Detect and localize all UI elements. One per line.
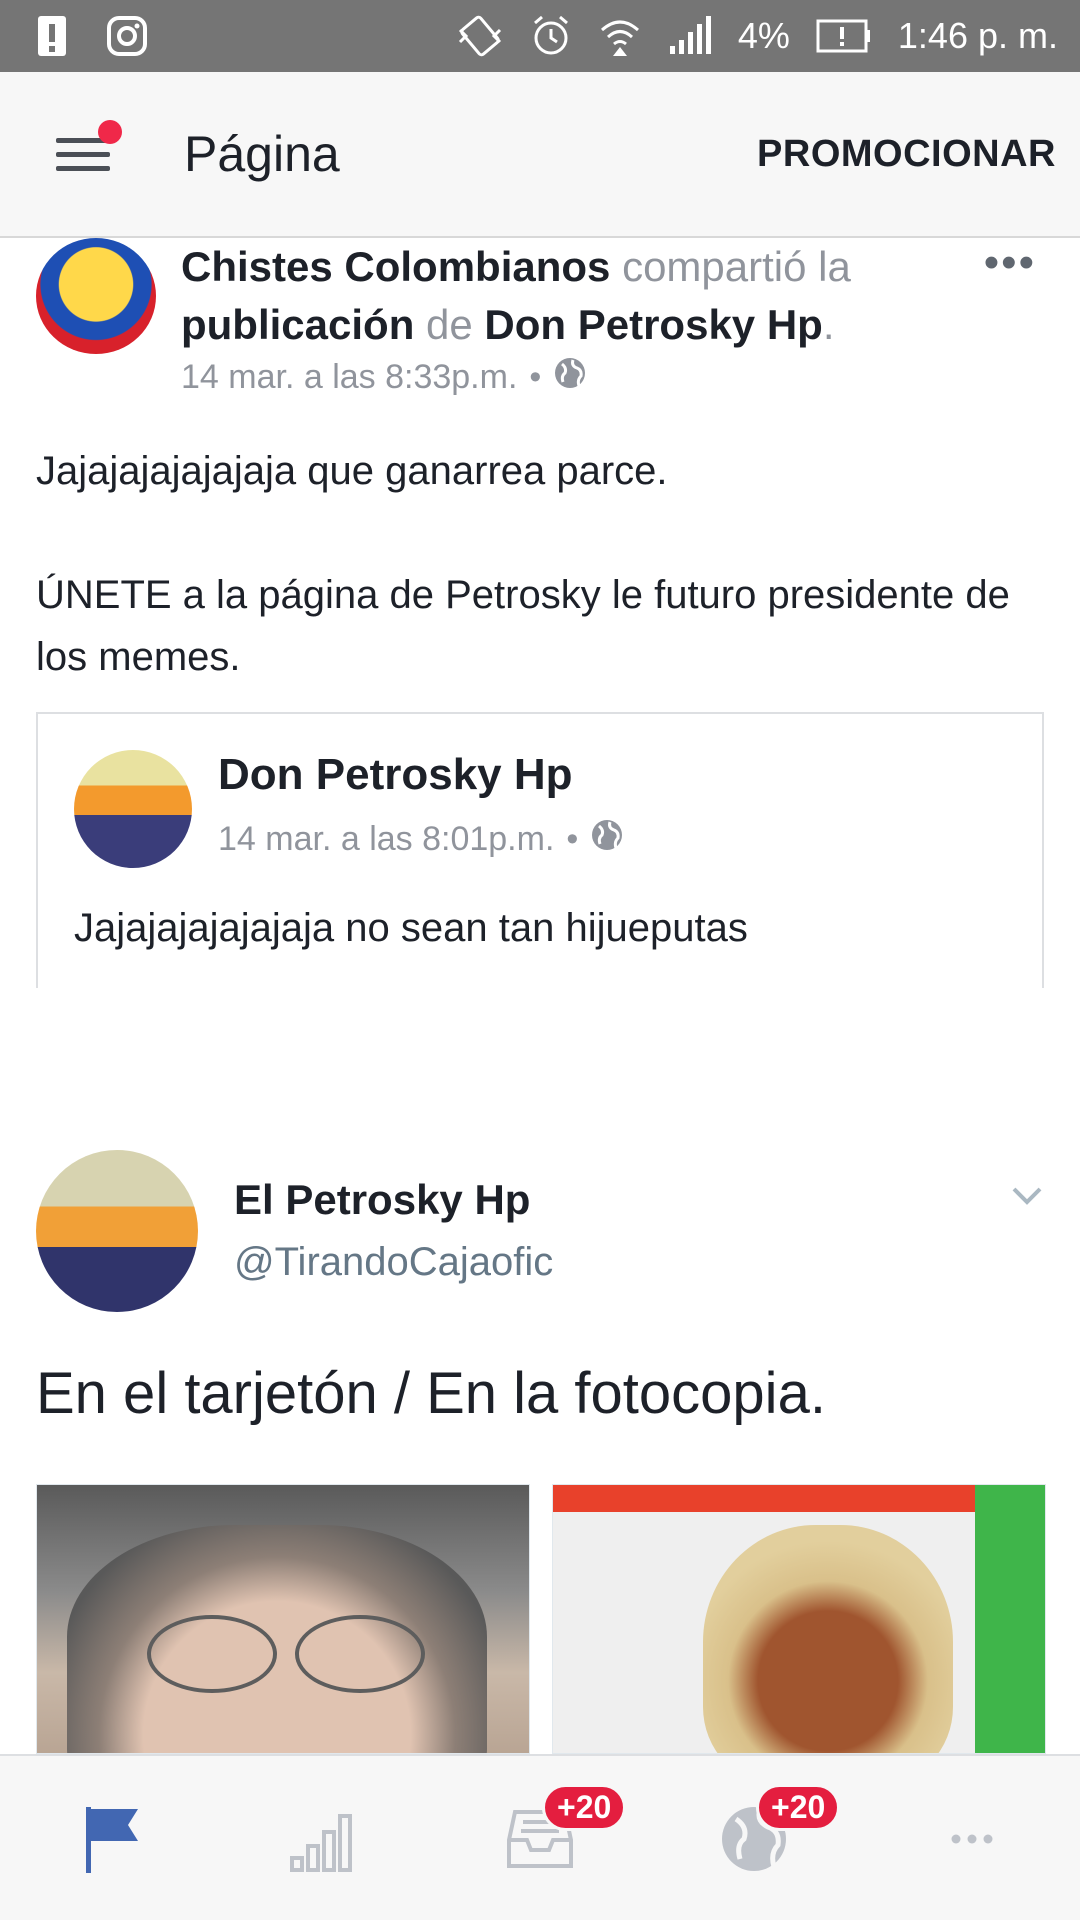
flag-icon [80,1803,144,1880]
nav-inbox[interactable]: +20 [490,1784,627,1886]
wifi-icon [598,14,642,58]
post-text-line-2: ÚNETE a la página de Petrosky le futuro … [36,573,1010,679]
photo-face [703,1525,953,1753]
page-title: Página [184,126,340,182]
original-author-link[interactable]: Don Petrosky Hp [484,301,822,348]
post-body: Jajajajajajajaja que ganarrea parce. ÚNE… [36,440,1046,750]
shared-post[interactable]: Don Petrosky Hp 14 mar. a las 8:01p.m. •… [36,712,1044,988]
shared-post-text: Jajajajajajajaja no sean tan hijueputas [74,906,748,950]
bar-chart-icon [288,1806,360,1877]
post-meta: 14 mar. a las 8:33p.m. • [181,356,587,399]
notification-badge: +20 [542,1784,627,1831]
instagram-icon [106,15,148,57]
meta-separator: • [529,358,542,396]
tweet-photo-right[interactable] [552,1484,1046,1754]
tweet-author-handle[interactable]: @TirandoCajaofic [234,1240,553,1285]
status-bar: 4% 1:46 p. m. [0,0,1080,72]
shared-timestamp[interactable]: 14 mar. a las 8:01p.m. [218,820,554,859]
post-title: Chistes Colombianos compartió la publica… [181,238,941,354]
photo-glasses [295,1615,425,1693]
menu-button[interactable] [56,120,122,176]
post-timestamp[interactable]: 14 mar. a las 8:33p.m. [181,358,517,397]
meta-separator: • [566,820,579,858]
shared-author-name[interactable]: Don Petrosky Hp [218,750,573,800]
publication-link[interactable]: publicación [181,301,414,348]
globe-icon [590,818,624,861]
bottom-nav: +20 +20 [0,1754,1080,1920]
globe-icon [553,356,587,399]
photo-background-stripe [975,1485,1045,1753]
alarm-icon [530,14,572,58]
vibrate-icon [456,14,504,58]
shared-verb: compartió la [622,243,851,290]
alert-icon [36,14,68,58]
nav-page[interactable] [62,1796,162,1886]
tweet-text: En el tarjetón / En la fotocopia. [36,1361,826,1426]
battery-percent: 4% [737,15,790,56]
page-name-link[interactable]: Chistes Colombianos [181,243,610,290]
tweet-author-avatar[interactable] [36,1150,198,1312]
photo-face [67,1525,487,1753]
period: . [822,301,835,348]
promote-button[interactable]: PROMOCIONAR [757,133,1056,176]
clock: 1:46 p. m. [897,15,1058,56]
signal-icon [668,16,712,56]
notification-badge: +20 [756,1784,841,1831]
photo-glasses [147,1615,277,1693]
page-avatar[interactable] [36,238,156,354]
nav-more[interactable] [922,1796,1022,1886]
more-icon [950,1832,994,1850]
chevron-down-icon[interactable] [1010,1178,1044,1212]
tweet-photo-left[interactable] [36,1484,530,1754]
shared-author-avatar[interactable] [74,750,192,868]
nav-insights[interactable] [274,1796,374,1886]
post-text-line-1: Jajajajajajajaja que ganarrea parce. [36,449,668,493]
battery-icon [816,18,872,54]
more-options-button[interactable]: ••• [984,238,1036,288]
of-word: de [426,301,473,348]
notification-dot [98,120,122,144]
app-bar: Página PROMOCIONAR [0,72,1080,238]
shared-post-meta: 14 mar. a las 8:01p.m. • [218,818,624,861]
tweet-author-name[interactable]: El Petrosky Hp [234,1176,530,1224]
nav-notifications[interactable]: +20 [704,1784,841,1886]
more-icon: ••• [983,238,1036,287]
